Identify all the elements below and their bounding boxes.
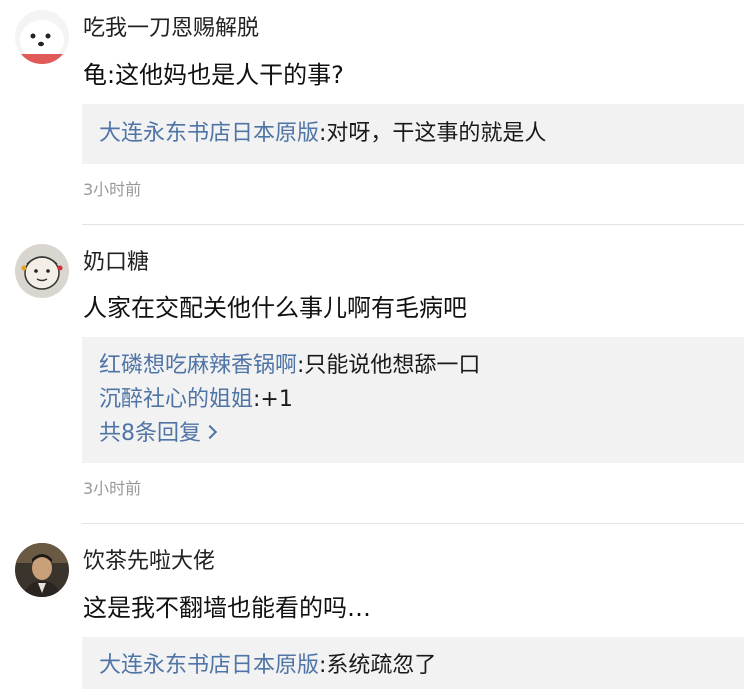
username[interactable]: 奶口糖 (83, 248, 149, 278)
reply-text: :对呀，干这事的就是人 (319, 121, 547, 146)
avatar[interactable] (15, 10, 69, 64)
reply-item: 沉醉社心的姐姐:+1 (99, 383, 744, 417)
reply-item: 大连永东书店日本原版:对呀，干这事的就是人 (99, 117, 744, 151)
reply-username[interactable]: 大连永东书店日本原版 (99, 121, 319, 146)
comment-text: 龟:这他妈也是人干的事? (83, 61, 344, 89)
chevron-right-icon (202, 424, 218, 440)
more-replies-label: 共8条回复 (99, 421, 201, 446)
reply-text: :+1 (253, 387, 293, 412)
cartoon-face-avatar-icon (15, 244, 69, 298)
white-dog-avatar-icon (15, 10, 69, 64)
comment-text: 人家在交配关他什么事儿啊有毛病吧 (83, 294, 467, 322)
reply-box[interactable]: 红磷想吃麻辣香锅啊:只能说他想舔一口 沉醉社心的姐姐:+1 共8条回复 (82, 337, 744, 463)
reply-username[interactable]: 红磷想吃麻辣香锅啊 (99, 353, 297, 378)
reply-username[interactable]: 沉醉社心的姐姐 (99, 387, 253, 412)
comment-text: 这是我不翻墙也能看的吗… (83, 594, 371, 622)
timestamp: 3小时前 (83, 479, 142, 498)
reply-text: :只能说他想舔一口 (297, 353, 481, 378)
avatar[interactable] (15, 244, 69, 298)
reply-username[interactable]: 大连永东书店日本原版 (99, 653, 319, 678)
reply-item: 红磷想吃麻辣香锅啊:只能说他想舔一口 (99, 349, 744, 383)
more-replies-link[interactable]: 共8条回复 (99, 417, 744, 451)
reply-box[interactable]: 大连永东书店日本原版:对呀，干这事的就是人 (82, 104, 744, 164)
reply-item: 大连永东书店日本原版:系统疏忽了 (99, 649, 744, 683)
man-photo-avatar-icon (15, 543, 69, 597)
reply-box[interactable]: 大连永东书店日本原版:系统疏忽了 (82, 637, 744, 689)
divider (82, 523, 744, 524)
reply-text: :系统疏忽了 (319, 653, 437, 678)
avatar[interactable] (15, 543, 69, 597)
username[interactable]: 饮茶先啦大佬 (83, 547, 215, 577)
timestamp: 3小时前 (83, 180, 142, 199)
username[interactable]: 吃我一刀恩赐解脱 (83, 14, 259, 44)
divider (82, 224, 744, 225)
